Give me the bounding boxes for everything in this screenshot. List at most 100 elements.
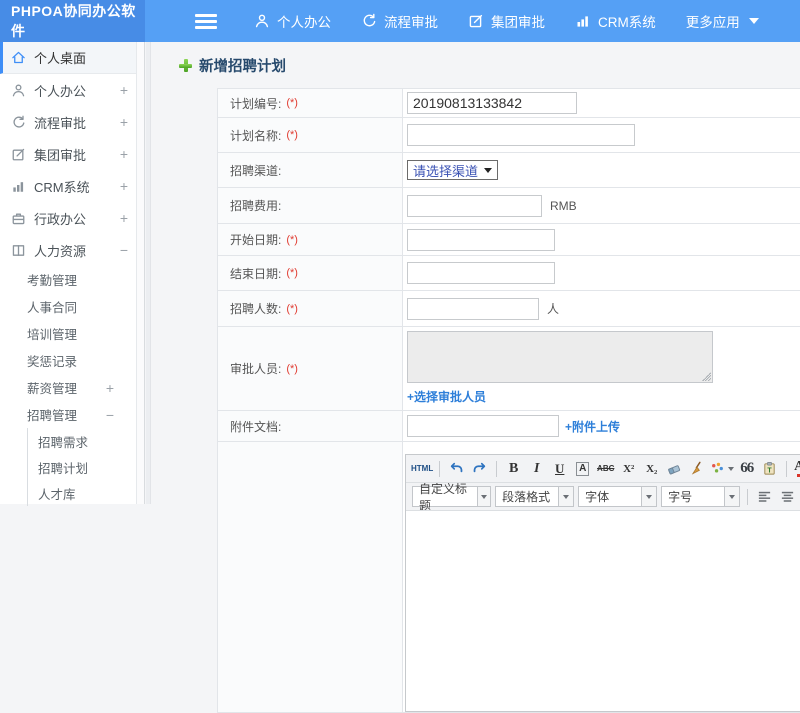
attachment-input[interactable] (407, 415, 559, 437)
form-row-recruit-channel: 招聘渠道: 请选择渠道 (218, 153, 800, 188)
app-logo: PHPOA协同办公软件 (0, 0, 145, 42)
sidebar-item-奖惩记录[interactable]: 奖惩记录 (0, 347, 144, 374)
font-color-button[interactable]: A (793, 458, 800, 479)
form-row-end-date: 结束日期: (*) (218, 256, 800, 291)
topbar-item-2[interactable]: 流程审批 (346, 0, 453, 42)
home-icon (11, 50, 26, 65)
sidebar-item-人力资源[interactable]: 人力资源 − (0, 234, 144, 266)
expand-plus-icon[interactable]: + (120, 82, 128, 98)
html-source-button[interactable]: HTML (411, 458, 433, 479)
topbar-item-label: 更多应用 (685, 15, 740, 30)
sidebar-item-培训管理[interactable]: 培训管理 (0, 320, 144, 347)
undo-icon[interactable] (446, 458, 467, 479)
topbar-item-4[interactable]: CRM系统 (560, 0, 671, 42)
topbar-item-label: 集团审批 (491, 15, 545, 30)
sidebar-item-招聘需求[interactable]: 招聘需求 (0, 428, 144, 454)
sidebar-item-人才库[interactable]: 人才库 (0, 480, 144, 506)
sidebar-item-label: 个人桌面 (34, 51, 87, 66)
plan-number-input[interactable] (407, 92, 577, 114)
format-painter-icon[interactable] (710, 458, 735, 479)
topbar-item-1[interactable]: 个人办公 (239, 0, 346, 42)
hamburger-menu-icon[interactable] (195, 14, 217, 29)
italic-button[interactable]: I (526, 458, 547, 479)
form-value-recruit-cost: RMB (403, 188, 800, 223)
sidebar-item-行政办公[interactable]: 行政办公 + (0, 202, 144, 234)
form-row-approvers: 审批人员: (*) +选择审批人员 (218, 327, 800, 411)
recruit-plan-form: 计划编号:(*)计划名称:(*)招聘渠道: 请选择渠道 招聘费用: RMB 开始日期… (217, 88, 800, 713)
sidebar-item-label: 培训管理 (27, 328, 78, 342)
toolbar-separator (439, 460, 441, 477)
paste-text-icon[interactable]: T (759, 458, 780, 479)
subscript-button[interactable]: X₂ (641, 458, 662, 479)
sidebar-item-个人办公[interactable]: 个人办公 + (0, 74, 144, 106)
form-label-end-date: 结束日期: (*) (218, 256, 403, 290)
expand-plus-icon[interactable]: + (120, 210, 128, 226)
toolbar-separator (496, 460, 498, 477)
sidebar-item-label: 招聘计划 (38, 461, 89, 476)
tree-rail (27, 454, 28, 480)
flow-icon (361, 13, 377, 29)
form-label-plan-number: 计划编号: (*) (218, 89, 403, 117)
start-date-input[interactable] (407, 228, 555, 251)
expand-plus-icon[interactable]: + (120, 178, 128, 194)
clean-broom-icon[interactable] (687, 458, 708, 479)
topbar-item-label: 流程审批 (384, 15, 438, 30)
briefcase-icon (11, 211, 26, 226)
topbar-item-3[interactable]: 集团审批 (453, 0, 560, 42)
form-row-start-date: 开始日期: (*) (218, 224, 800, 256)
expand-plus-icon[interactable]: + (120, 114, 128, 130)
form-value-end-date (403, 256, 800, 290)
collapse-minus-icon[interactable]: − (106, 407, 114, 423)
topbar-item-5[interactable]: 更多应用 (671, 0, 774, 42)
plan-name-input[interactable] (407, 124, 635, 146)
sidebar-item-label: 集团审批 (34, 147, 87, 163)
sidebar: 个人桌面 个人办公 + 流程审批 + 集团审批 + CRM系统 + 行政办公 + 人力资源 − 考勤管理人… (0, 42, 145, 506)
add-plus-icon (179, 59, 192, 72)
sidebar-item-集团审批[interactable]: 集团审批 + (0, 138, 144, 170)
underline-button[interactable]: U (549, 458, 570, 479)
autotypeset-button[interactable]: A (572, 458, 593, 479)
sidebar-item-招聘计划[interactable]: 招聘计划 (0, 454, 144, 480)
expand-plus-icon[interactable]: + (120, 146, 128, 162)
caret-down-icon (563, 494, 570, 499)
editor-toolbar-row1: HTMLBIUAABCX²X₂66TAab (406, 455, 800, 483)
end-date-input[interactable] (407, 262, 555, 284)
sidebar-item-label: 个人办公 (34, 83, 87, 99)
select-caret-icon (484, 167, 493, 173)
redo-icon[interactable] (469, 458, 490, 479)
sidebar-item-考勤管理[interactable]: 考勤管理 (0, 266, 144, 293)
collapse-minus-icon[interactable]: − (120, 242, 128, 258)
approvers-textarea[interactable] (407, 331, 713, 383)
form-row-recruit-count: 招聘人数: (*) 人 (218, 291, 800, 327)
sidebar-item-招聘管理[interactable]: 招聘管理 − (0, 401, 144, 428)
blockquote-button[interactable]: 66 (736, 458, 757, 479)
editor-content-area[interactable] (406, 511, 800, 711)
sidebar-item-个人桌面[interactable]: 个人桌面 (0, 42, 144, 74)
toolbar-separator (786, 460, 788, 477)
superscript-button[interactable]: X² (618, 458, 639, 479)
eraser-icon[interactable] (664, 458, 685, 479)
book-icon (11, 243, 26, 258)
sidebar-item-label: 招聘需求 (38, 435, 89, 450)
required-mark: (*) (286, 97, 298, 109)
sidebar-item-人事合同[interactable]: 人事合同 (0, 293, 144, 320)
recruit-channel-select[interactable]: 请选择渠道 (407, 160, 499, 180)
recruit-count-input[interactable] (407, 297, 539, 320)
bold-button[interactable]: B (503, 458, 524, 479)
approvers-link[interactable]: +选择审批人员 (407, 388, 713, 405)
attachment-link[interactable]: +附件上传 (565, 418, 620, 435)
sidebar-item-CRM系统[interactable]: CRM系统 + (0, 170, 144, 202)
form-label-recruit-cost: 招聘费用: (218, 188, 403, 223)
expand-plus-icon[interactable]: + (106, 380, 114, 396)
recruit-count-suffix: 人 (547, 302, 560, 316)
topbar: PHPOA协同办公软件 个人办公 流程审批 集团审批 CRM系统 更多应用 (0, 0, 800, 42)
recruit-cost-input[interactable] (407, 194, 542, 217)
form-value-start-date (403, 224, 800, 255)
required-mark: (*) (286, 129, 298, 141)
strikethrough-button[interactable]: ABC (595, 458, 616, 479)
page-title: 新增招聘计划 (179, 55, 286, 76)
sidebar-item-薪资管理[interactable]: 薪资管理 + (0, 374, 144, 401)
edit-icon (11, 147, 26, 162)
sidebar-scrollbar[interactable] (136, 42, 144, 504)
sidebar-item-流程审批[interactable]: 流程审批 + (0, 106, 144, 138)
